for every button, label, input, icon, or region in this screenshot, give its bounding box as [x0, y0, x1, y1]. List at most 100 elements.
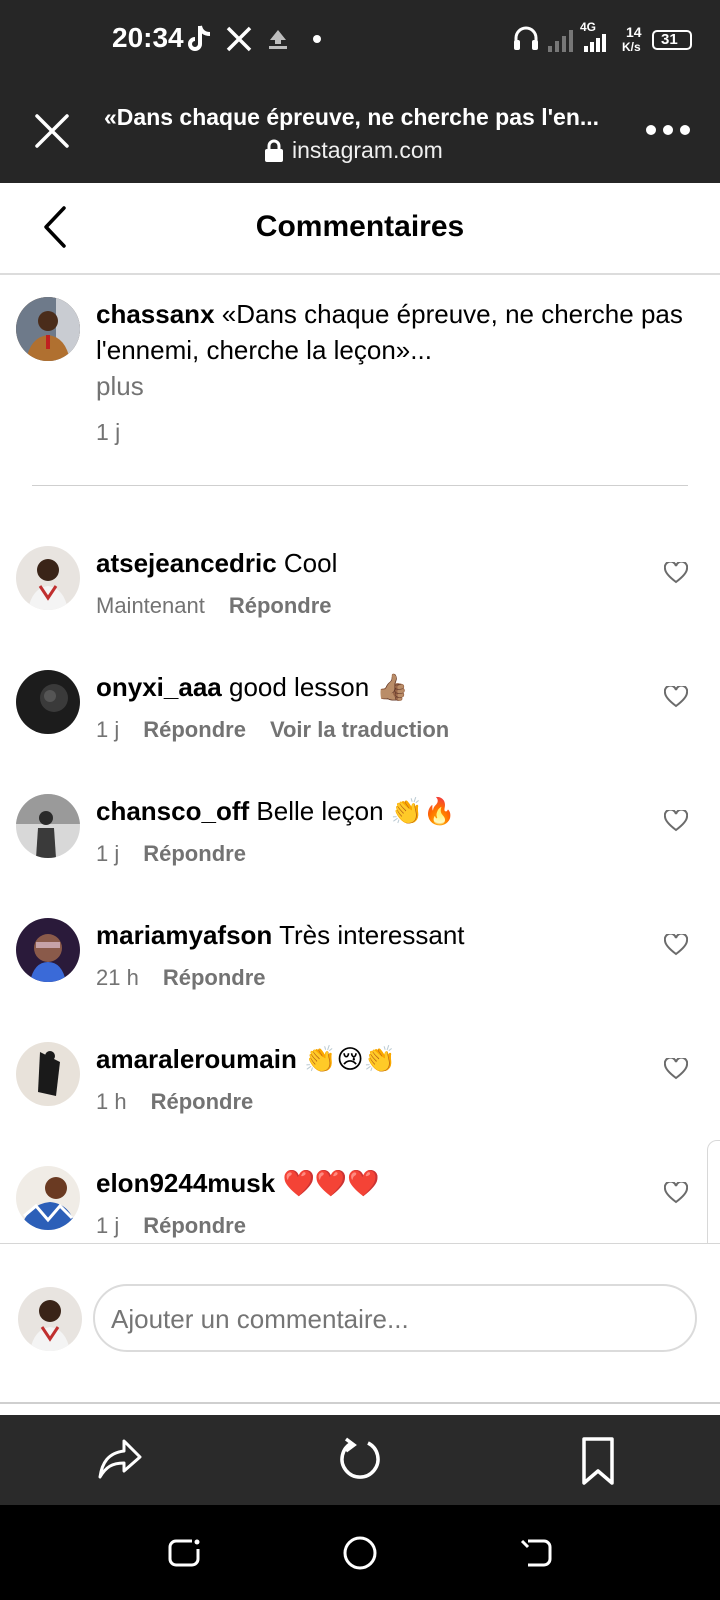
heart-icon[interactable] [664, 1058, 688, 1080]
comment-item: amaraleroumain 👏😢👏 1 h Répondre [0, 1042, 720, 1162]
signal-sim1-icon [548, 30, 573, 52]
avatar[interactable] [16, 918, 80, 982]
avatar[interactable] [16, 1166, 80, 1230]
status-time: 20:34 [112, 22, 184, 53]
browser-url: instagram.com [264, 137, 443, 164]
battery-level: 31 [661, 31, 678, 48]
comment-username[interactable]: elon9244musk [96, 1168, 275, 1198]
comment-composer: Ajouter un commentaire... [0, 1243, 720, 1404]
comments-header: Commentaires [0, 183, 720, 275]
more-icon[interactable] [646, 124, 690, 136]
comment-body: good lesson 👍🏽 [228, 672, 409, 702]
avatar-atsejeancedric [16, 546, 80, 610]
avatar-mariamyafson [16, 918, 80, 982]
reply-button[interactable]: Répondre [229, 593, 332, 619]
comment-body: Très interessant [279, 920, 465, 950]
comment-time: Maintenant [96, 593, 205, 618]
avatar-elon9244musk [16, 1166, 80, 1230]
system-nav-bar [0, 1505, 720, 1600]
avatar[interactable] [16, 1042, 80, 1106]
divider [0, 1402, 720, 1404]
comment-body: Belle leçon 👏🔥 [256, 796, 456, 826]
comment-time: 1 h [96, 1089, 127, 1114]
status-bar: 20:34 4G 14 K/s 31 [0, 0, 720, 80]
avatar [18, 1287, 82, 1351]
heart-icon[interactable] [664, 934, 688, 956]
battery-icon: 31 [652, 30, 692, 50]
headphones-icon [514, 26, 538, 50]
heart-icon[interactable] [664, 810, 688, 832]
comment-time: 1 j [96, 1213, 120, 1238]
back-nav-icon[interactable] [518, 1535, 554, 1571]
comment-input[interactable]: Ajouter un commentaire... [93, 1284, 697, 1352]
reply-button[interactable]: Répondre [151, 1089, 254, 1115]
caption-time: 1 j [96, 419, 121, 445]
comment-username[interactable]: onyxi_aaa [96, 672, 222, 702]
heart-icon[interactable] [664, 562, 688, 584]
heart-icon[interactable] [664, 686, 688, 708]
avatar[interactable] [16, 546, 80, 610]
comment-text: atsejeancedric Cool [96, 548, 337, 579]
comment-username[interactable]: atsejeancedric [96, 548, 277, 578]
network-speed: 14 [626, 24, 642, 40]
avatar-onyxi-aaa [16, 670, 80, 734]
page-title: Commentaires [255, 210, 465, 243]
comment-text: elon9244musk ❤️❤️❤️ [96, 1168, 380, 1199]
x-logo-icon [226, 26, 252, 52]
recent-apps-icon[interactable] [166, 1535, 202, 1571]
comment-meta: 1 h Répondre [96, 1089, 253, 1115]
comment-text: chansco_off Belle leçon 👏🔥 [96, 796, 456, 827]
browser-page-title: «Dans chaque épreuve, ne cherche pas l'e… [104, 104, 600, 130]
comment-meta: 1 j Répondre [96, 841, 246, 867]
avatar-current-user [18, 1287, 82, 1351]
upload-icon [269, 30, 287, 49]
browser-url-text: instagram.com [292, 137, 443, 163]
comment-item: atsejeancedric Cool Maintenant Répondre [0, 546, 720, 666]
bookmark-icon[interactable] [578, 1435, 618, 1487]
comment-body: Cool [283, 548, 338, 578]
heart-icon[interactable] [664, 1182, 688, 1204]
caption-more-link[interactable]: plus [96, 368, 706, 404]
comment-time: 1 j [96, 841, 120, 866]
post-caption: chassanx «Dans chaque épreuve, ne cherch… [96, 296, 706, 450]
avatar[interactable] [16, 794, 80, 858]
caption-username[interactable]: chassanx [96, 299, 215, 329]
comment-item: onyxi_aaa good lesson 👍🏽 1 j Répondre Vo… [0, 670, 720, 790]
comment-username[interactable]: amaraleroumain [96, 1044, 297, 1074]
comment-time: 1 j [96, 717, 120, 742]
comment-text: onyxi_aaa good lesson 👍🏽 [96, 672, 409, 703]
reply-button[interactable]: Répondre [163, 965, 266, 991]
reply-button[interactable]: Répondre [143, 841, 246, 867]
comment-meta: 1 j Répondre [96, 1213, 246, 1239]
comment-meta: Maintenant Répondre [96, 593, 332, 619]
avatar[interactable] [16, 670, 80, 734]
comment-item: chansco_off Belle leçon 👏🔥 1 j Répondre [0, 794, 720, 914]
avatar-chansco-off [16, 794, 80, 858]
lock-icon [265, 139, 283, 162]
comment-text: amaraleroumain 👏😢👏 [96, 1044, 396, 1075]
reply-button[interactable]: Répondre [143, 717, 246, 743]
avatar[interactable] [16, 297, 80, 361]
home-icon[interactable] [342, 1535, 378, 1571]
network-type: 4G [580, 20, 597, 34]
comment-username[interactable]: chansco_off [96, 796, 249, 826]
avatar-chassanx [16, 297, 80, 361]
close-icon[interactable] [34, 113, 70, 149]
avatar-amaraleroumain [16, 1042, 80, 1106]
browser-bar: «Dans chaque épreuve, ne cherche pas l'e… [0, 80, 720, 183]
divider [32, 485, 688, 486]
comment-body: 👏😢👏 [304, 1044, 396, 1074]
translate-button[interactable]: Voir la traduction [270, 717, 449, 743]
comment-item: mariamyafson Très interessant 21 h Répon… [0, 918, 720, 1038]
comment-time: 21 h [96, 965, 139, 990]
tiktok-icon [188, 25, 211, 51]
comment-body: ❤️❤️❤️ [282, 1168, 380, 1198]
share-icon[interactable] [96, 1435, 144, 1483]
comment-meta: 1 j Répondre Voir la traduction [96, 717, 449, 743]
reload-icon[interactable] [336, 1435, 384, 1483]
comment-username[interactable]: mariamyafson [96, 920, 272, 950]
browser-toolbar [0, 1415, 720, 1505]
network-speed-unit: K/s [622, 40, 641, 54]
comment-text: mariamyafson Très interessant [96, 920, 465, 951]
reply-button[interactable]: Répondre [143, 1213, 246, 1239]
